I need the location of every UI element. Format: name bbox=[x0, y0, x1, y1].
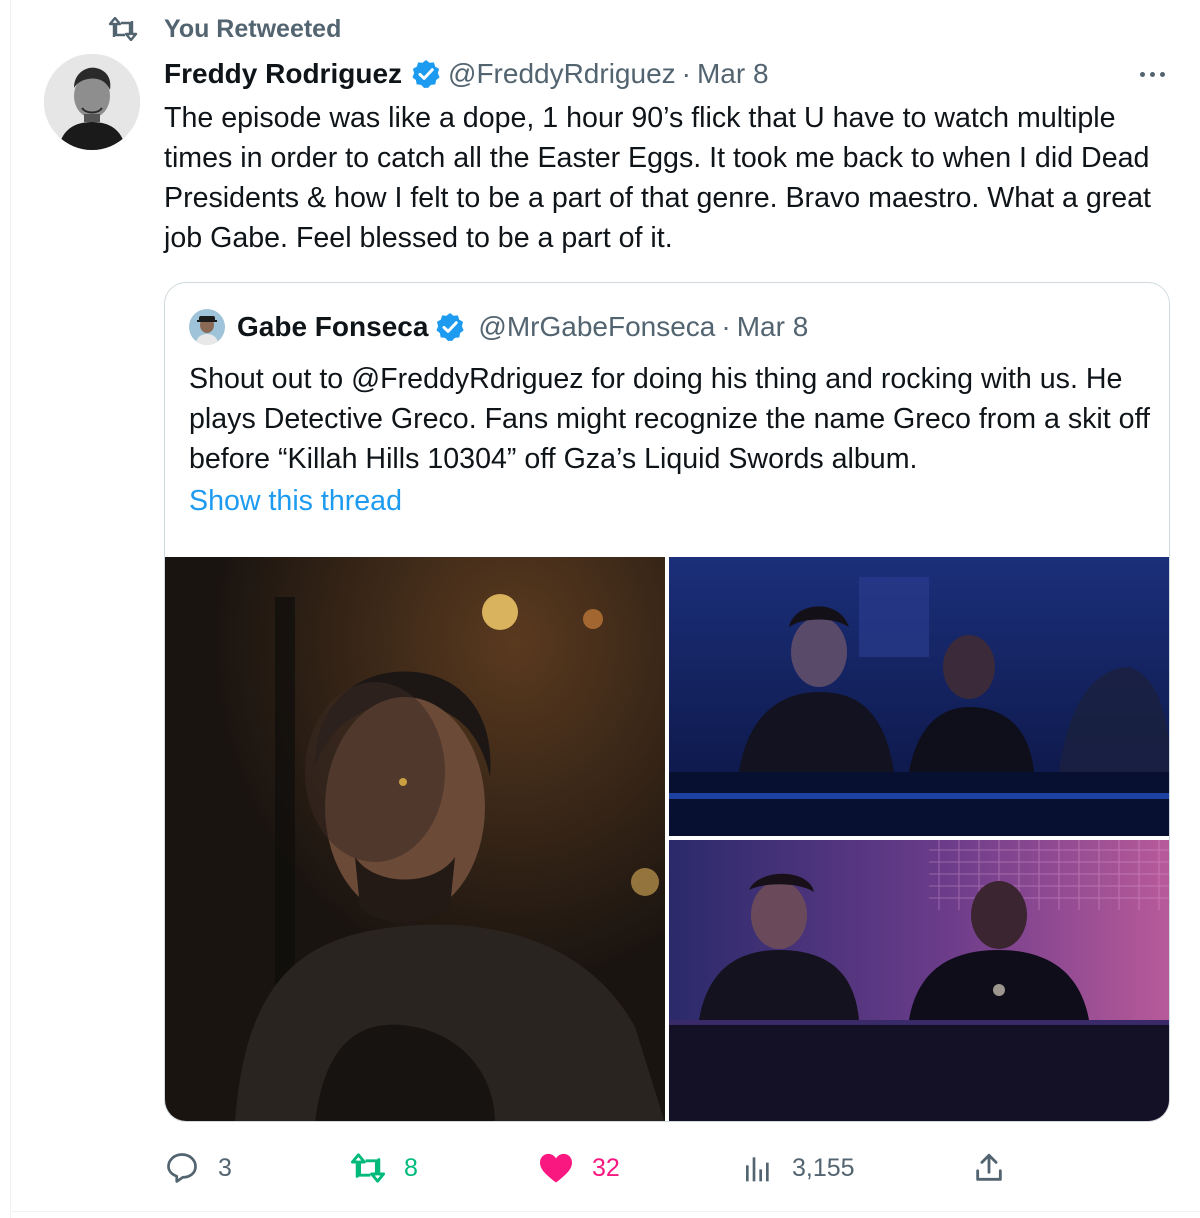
retweet-count: 8 bbox=[404, 1153, 418, 1182]
author-avatar[interactable] bbox=[44, 54, 140, 150]
quoted-tweet-date[interactable]: Mar 8 bbox=[737, 311, 809, 343]
quoted-author-avatar[interactable] bbox=[189, 309, 225, 345]
tweet-actions: 3 8 32 3,155 bbox=[164, 1146, 1044, 1190]
share-icon bbox=[976, 1153, 1002, 1181]
retweet-icon bbox=[350, 1153, 386, 1183]
quoted-author-name[interactable]: Gabe Fonseca bbox=[237, 311, 428, 343]
reply-button[interactable]: 3 bbox=[164, 1146, 232, 1190]
share-button[interactable] bbox=[972, 1146, 1006, 1190]
media-image-3[interactable] bbox=[669, 840, 1169, 1121]
author-handle[interactable]: @FreddyRdriguez bbox=[448, 58, 676, 90]
retweet-context-label: You Retweeted bbox=[164, 14, 342, 43]
retweet-context: You Retweeted bbox=[108, 14, 341, 44]
tweet-date[interactable]: Mar 8 bbox=[697, 58, 769, 90]
retweet-button[interactable]: 8 bbox=[350, 1146, 418, 1190]
views-icon bbox=[746, 1157, 769, 1182]
media-image-1[interactable] bbox=[165, 557, 665, 1121]
quoted-author-handle[interactable]: @MrGabeFonseca bbox=[478, 311, 715, 343]
quoted-tweet[interactable]: Gabe Fonseca @MrGabeFonseca · Mar 8 Shou… bbox=[164, 282, 1170, 1122]
quoted-tweet-header: Gabe Fonseca @MrGabeFonseca · Mar 8 bbox=[189, 309, 808, 345]
media-grid bbox=[165, 557, 1169, 1121]
heart-icon bbox=[540, 1153, 572, 1183]
media-image-2[interactable] bbox=[669, 557, 1169, 836]
reply-count: 3 bbox=[218, 1153, 232, 1182]
show-thread-link[interactable]: Show this thread bbox=[189, 485, 402, 518]
verified-badge-icon[interactable] bbox=[410, 58, 442, 90]
verified-badge-icon[interactable] bbox=[434, 311, 466, 343]
retweet-icon bbox=[108, 17, 138, 41]
more-icon[interactable] bbox=[1132, 60, 1172, 88]
author-name[interactable]: Freddy Rodriguez bbox=[164, 58, 402, 90]
tweet-text: The episode was like a dope, 1 hour 90’s… bbox=[164, 102, 1152, 254]
quoted-tweet-text: Shout out to @FreddyRdriguez for doing h… bbox=[189, 363, 1150, 475]
like-button[interactable]: 32 bbox=[538, 1146, 620, 1190]
separator-dot: · bbox=[721, 311, 731, 342]
like-count: 32 bbox=[592, 1153, 620, 1182]
views-button[interactable]: 3,155 bbox=[742, 1146, 855, 1190]
separator-dot: · bbox=[681, 58, 691, 89]
reply-icon bbox=[167, 1153, 197, 1183]
tweet-header: Freddy Rodriguez @FreddyRdriguez · Mar 8 bbox=[164, 56, 769, 92]
divider bbox=[10, 1211, 1200, 1212]
views-count: 3,155 bbox=[792, 1153, 855, 1182]
